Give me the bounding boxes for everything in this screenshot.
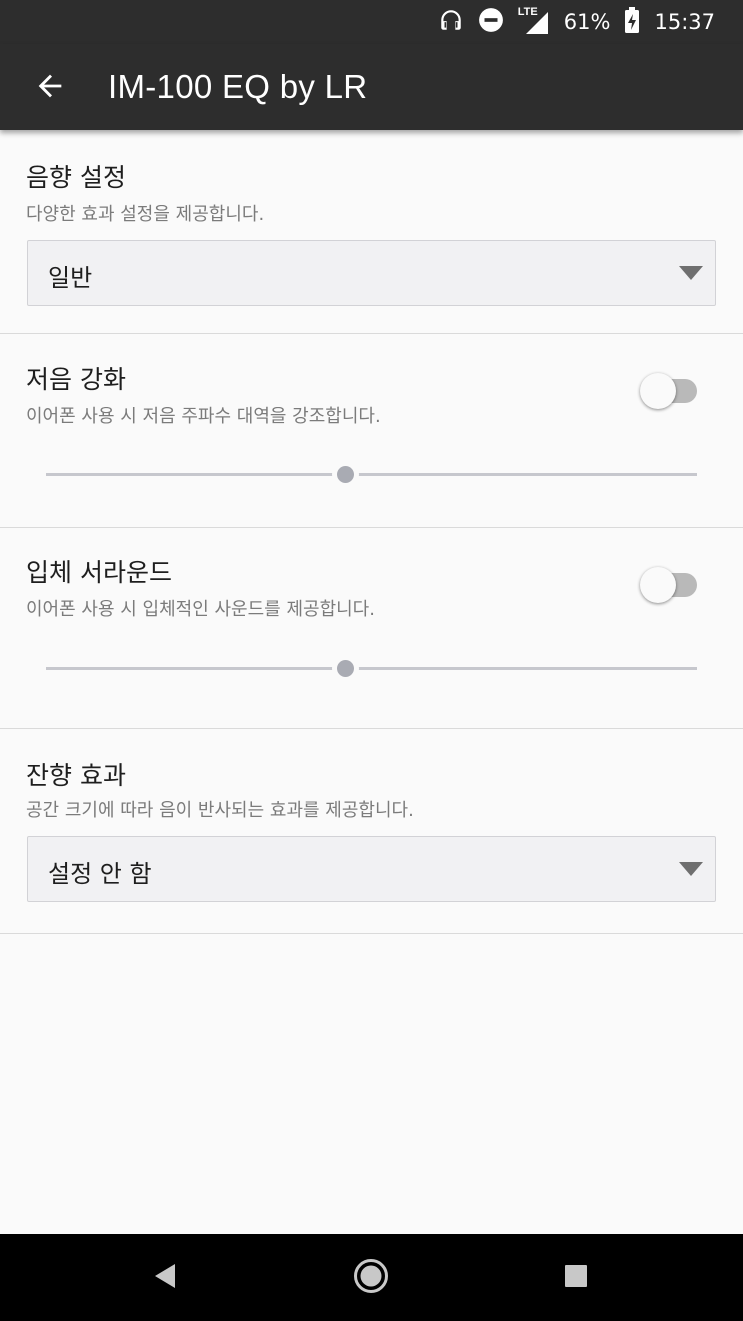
toggle-thumb [640, 373, 676, 409]
reverb-dropdown[interactable]: 설정 안 함 [27, 836, 716, 902]
sound-setting-description: 다양한 효과 설정을 제공합니다. [26, 204, 265, 225]
sound-setting-dropdown[interactable]: 일반 [27, 240, 716, 306]
surround-section: 입체 서라운드 이어폰 사용 시 입체적인 사운드를 제공합니다. [0, 528, 743, 729]
dropdown-arrow-icon [679, 862, 703, 876]
nav-back-button[interactable] [142, 1254, 190, 1302]
toggle-thumb [640, 567, 676, 603]
signal-icon: LTE [518, 6, 550, 36]
bass-boost-title: 저음 강화 [26, 365, 126, 394]
reverb-selected: 설정 안 함 [48, 860, 152, 888]
slider-track [46, 473, 697, 476]
sound-setting-selected: 일반 [48, 264, 93, 292]
reverb-section: 잔향 효과 공간 크기에 따라 음이 반사되는 효과를 제공합니다. 설정 안 … [0, 729, 743, 934]
surround-toggle[interactable] [640, 565, 698, 605]
back-icon [153, 1262, 179, 1294]
headphones-icon [438, 7, 464, 38]
sound-setting-section: 음향 설정 다양한 효과 설정을 제공합니다. 일반 [0, 130, 743, 334]
surround-title: 입체 서라운드 [26, 558, 172, 587]
bass-boost-toggle[interactable] [640, 371, 698, 411]
surround-description: 이어폰 사용 시 입체적인 사운드를 제공합니다. [26, 599, 375, 620]
reverb-title: 잔향 효과 [26, 761, 126, 790]
battery-charging-icon [624, 6, 640, 38]
home-icon [353, 1258, 389, 1298]
slider-track [46, 667, 697, 670]
arrow-back-icon [33, 69, 67, 107]
app-bar: IM-100 EQ by LR [0, 44, 743, 130]
navigation-bar [0, 1234, 743, 1321]
surround-slider[interactable] [46, 657, 697, 681]
status-icons: LTE 61% 15:37 [438, 0, 715, 44]
nav-recents-button[interactable] [552, 1254, 600, 1302]
dropdown-arrow-icon [679, 266, 703, 280]
bass-boost-slider[interactable] [46, 463, 697, 487]
battery-percent: 61% [563, 10, 611, 34]
do-not-disturb-icon [478, 7, 504, 38]
back-button[interactable] [26, 64, 74, 112]
nav-home-button[interactable] [347, 1254, 395, 1302]
recents-icon [564, 1264, 588, 1292]
bass-boost-description: 이어폰 사용 시 저음 주파수 대역을 강조합니다. [26, 406, 381, 427]
status-bar: LTE 61% 15:37 [0, 0, 743, 44]
sound-setting-title: 음향 설정 [26, 163, 126, 192]
slider-thumb[interactable] [337, 466, 354, 483]
slider-thumb[interactable] [337, 660, 354, 677]
page-title: IM-100 EQ by LR [108, 68, 368, 105]
bass-boost-section: 저음 강화 이어폰 사용 시 저음 주파수 대역을 강조합니다. [0, 334, 743, 528]
clock: 15:37 [654, 10, 715, 34]
reverb-description: 공간 크기에 따라 음이 반사되는 효과를 제공합니다. [26, 800, 414, 821]
